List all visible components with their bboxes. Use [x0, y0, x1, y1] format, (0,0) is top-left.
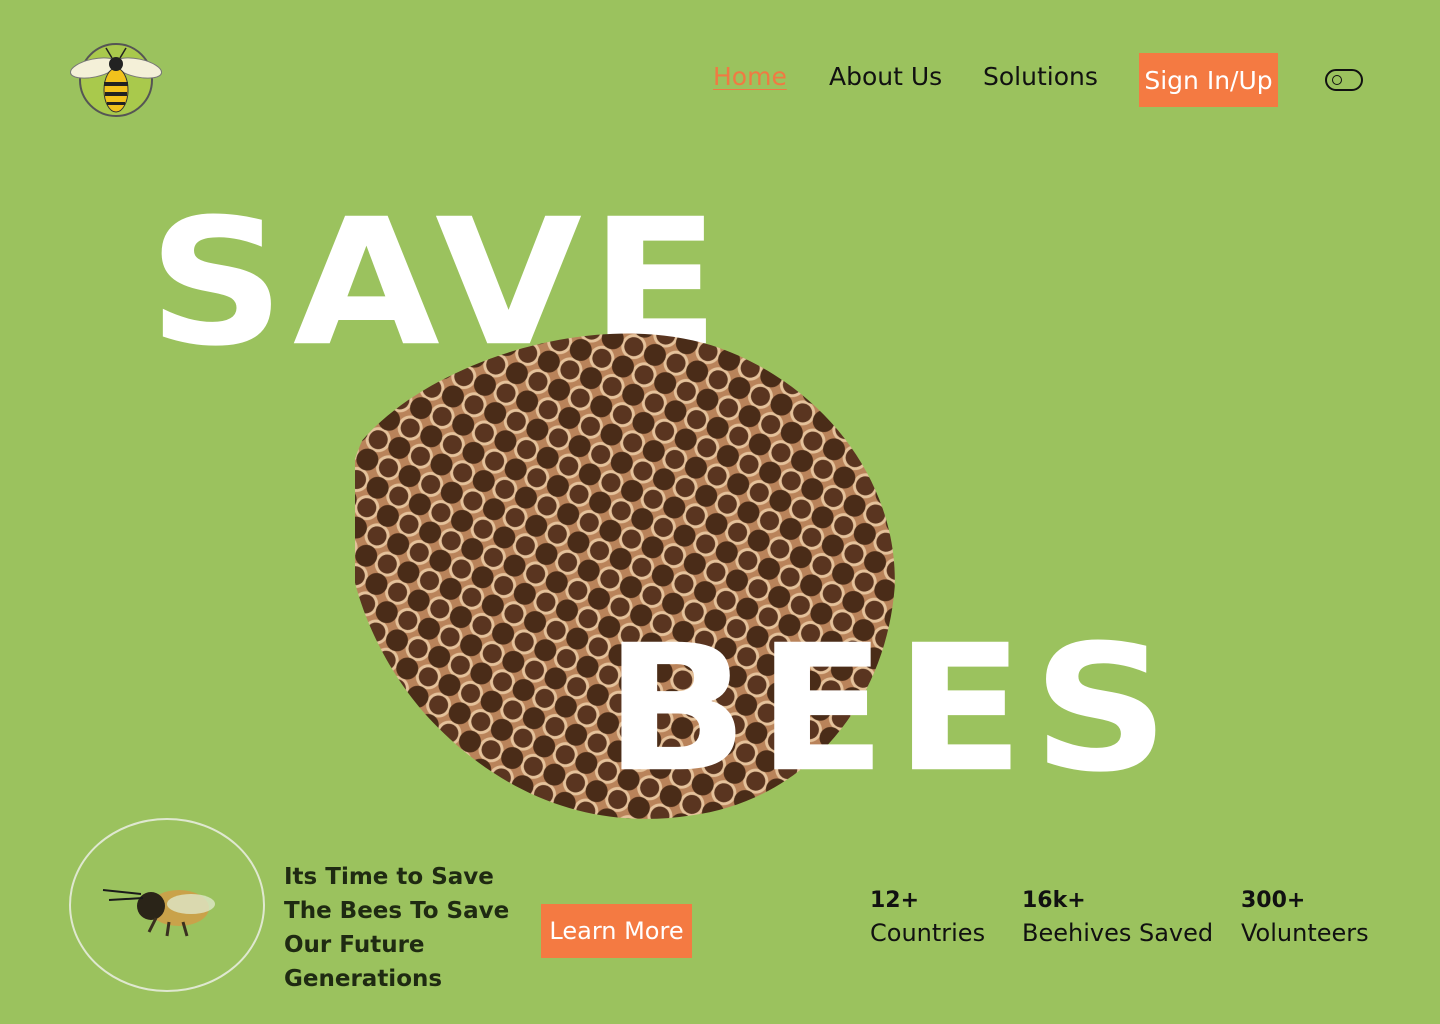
stat-beehives-saved: 16k+ Beehives Saved: [1022, 888, 1213, 947]
stat-label: Volunteers: [1241, 919, 1369, 947]
nav-solutions[interactable]: Solutions: [983, 62, 1098, 91]
main-nav: Home About Us Solutions Sign In/Up: [0, 52, 1440, 108]
stat-value: 300+: [1241, 888, 1306, 913]
sign-in-up-button[interactable]: Sign In/Up: [1139, 53, 1278, 107]
hero-tagline: Its Time to Save The Bees To Save Our Fu…: [284, 864, 510, 992]
bee-avatar: [69, 818, 265, 992]
toggle-icon: [1332, 75, 1342, 85]
bee-icon: [102, 889, 215, 937]
learn-more-button[interactable]: Learn More: [541, 904, 692, 958]
nav-home[interactable]: Home: [713, 62, 787, 91]
hero-word-bees: BEES: [604, 607, 1178, 811]
nav-about-us[interactable]: About Us: [829, 62, 942, 91]
stat-label: Beehives Saved: [1022, 919, 1214, 947]
theme-toggle[interactable]: [1325, 69, 1363, 91]
stat-value: 12+: [870, 888, 920, 913]
stat-volunteers: 300+ Volunteers: [1241, 888, 1369, 947]
stat-label: Countries: [870, 919, 986, 947]
stat-countries: 12+ Countries: [870, 888, 985, 947]
stat-value: 16k+: [1022, 888, 1086, 913]
